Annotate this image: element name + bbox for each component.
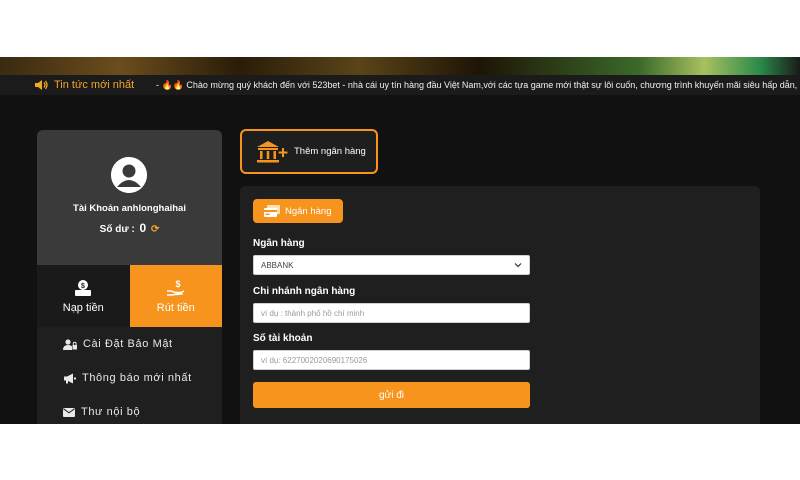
bank-card-icon xyxy=(264,205,280,217)
ticker-message: - 🔥🔥 Chào mừng quý khách đến với 523bet … xyxy=(156,79,798,90)
withdraw-icon: $ xyxy=(166,279,185,296)
svg-text:$: $ xyxy=(81,283,85,290)
withdraw-button[interactable]: $ Rút tiền xyxy=(129,265,222,327)
wallet-actions: $ Nạp tiền $ Rút tiền xyxy=(37,265,222,327)
deposit-button[interactable]: $ Nạp tiền xyxy=(37,265,130,327)
menu-item-notifications[interactable]: Thông báo mới nhất xyxy=(37,361,222,395)
refresh-icon[interactable]: ⟳ xyxy=(151,224,159,235)
branch-label: Chi nhánh ngân hàng xyxy=(253,286,356,297)
menu-item-label: Cài Đặt Bảo Mật xyxy=(83,338,173,350)
speaker-icon xyxy=(35,80,48,90)
app-frame: Tin tức mới nhất - 🔥🔥 Chào mừng quý khác… xyxy=(0,57,800,424)
account-sidebar: Tài Khoản anhlonghaihai Số dư : 0 ⟳ $ Nạ… xyxy=(37,130,222,424)
balance-label: Số dư : xyxy=(99,224,135,235)
bank-plus-icon xyxy=(257,140,288,162)
deposit-label: Nạp tiền xyxy=(62,301,104,314)
tab-bank-label: Ngân hàng xyxy=(285,205,332,217)
megaphone-icon xyxy=(64,373,76,383)
menu-item-inbox[interactable]: Thư nội bộ xyxy=(37,395,222,424)
envelope-icon xyxy=(63,407,75,417)
branch-input[interactable]: ví dụ : thành phố hồ chí minh xyxy=(253,303,530,323)
avatar xyxy=(111,157,147,193)
balance: Số dư : 0 ⟳ xyxy=(37,221,222,235)
bank-form-card: Ngân hàng Ngân hàng ABBANK Chi nhánh ngâ… xyxy=(240,186,760,424)
add-bank-button[interactable]: Thêm ngân hàng xyxy=(240,129,378,174)
menu-item-security[interactable]: Cài Đặt Bảo Mật xyxy=(37,327,222,361)
add-bank-label: Thêm ngân hàng xyxy=(294,146,366,157)
bank-select[interactable]: ABBANK xyxy=(253,255,530,275)
header-banner xyxy=(0,57,800,75)
ticker-label-wrap: Tin tức mới nhất xyxy=(0,79,156,91)
svg-text:$: $ xyxy=(175,279,180,289)
tab-bank[interactable]: Ngân hàng xyxy=(253,199,343,223)
submit-button[interactable]: gửi đi xyxy=(253,382,530,408)
bank-select-value: ABBANK xyxy=(261,260,294,270)
chevron-down-icon xyxy=(514,263,522,268)
user-avatar-icon xyxy=(111,157,147,193)
account-number-input[interactable]: ví dụ: 6227002020690175026 xyxy=(253,350,530,370)
profile-card: Tài Khoản anhlonghaihai Số dư : 0 ⟳ xyxy=(37,130,222,265)
page: Tin tức mới nhất - 🔥🔥 Chào mừng quý khác… xyxy=(0,0,800,480)
menu-item-label: Thư nội bộ xyxy=(81,406,141,418)
balance-value: 0 xyxy=(139,221,147,235)
user-lock-icon xyxy=(63,338,77,350)
menu-item-label: Thông báo mới nhất xyxy=(82,372,192,384)
withdraw-label: Rút tiền xyxy=(156,301,195,314)
bank-label: Ngân hàng xyxy=(253,238,305,249)
account-menu: Cài Đặt Bảo Mật Thông báo mới nhất Thư n… xyxy=(37,327,222,424)
account-name: Tài Khoản anhlonghaihai xyxy=(73,203,186,214)
account-number-label: Số tài khoản xyxy=(253,333,313,344)
deposit-icon: $ xyxy=(75,279,92,296)
ticker-label: Tin tức mới nhất xyxy=(54,79,135,91)
news-ticker: Tin tức mới nhất - 🔥🔥 Chào mừng quý khác… xyxy=(0,75,800,95)
